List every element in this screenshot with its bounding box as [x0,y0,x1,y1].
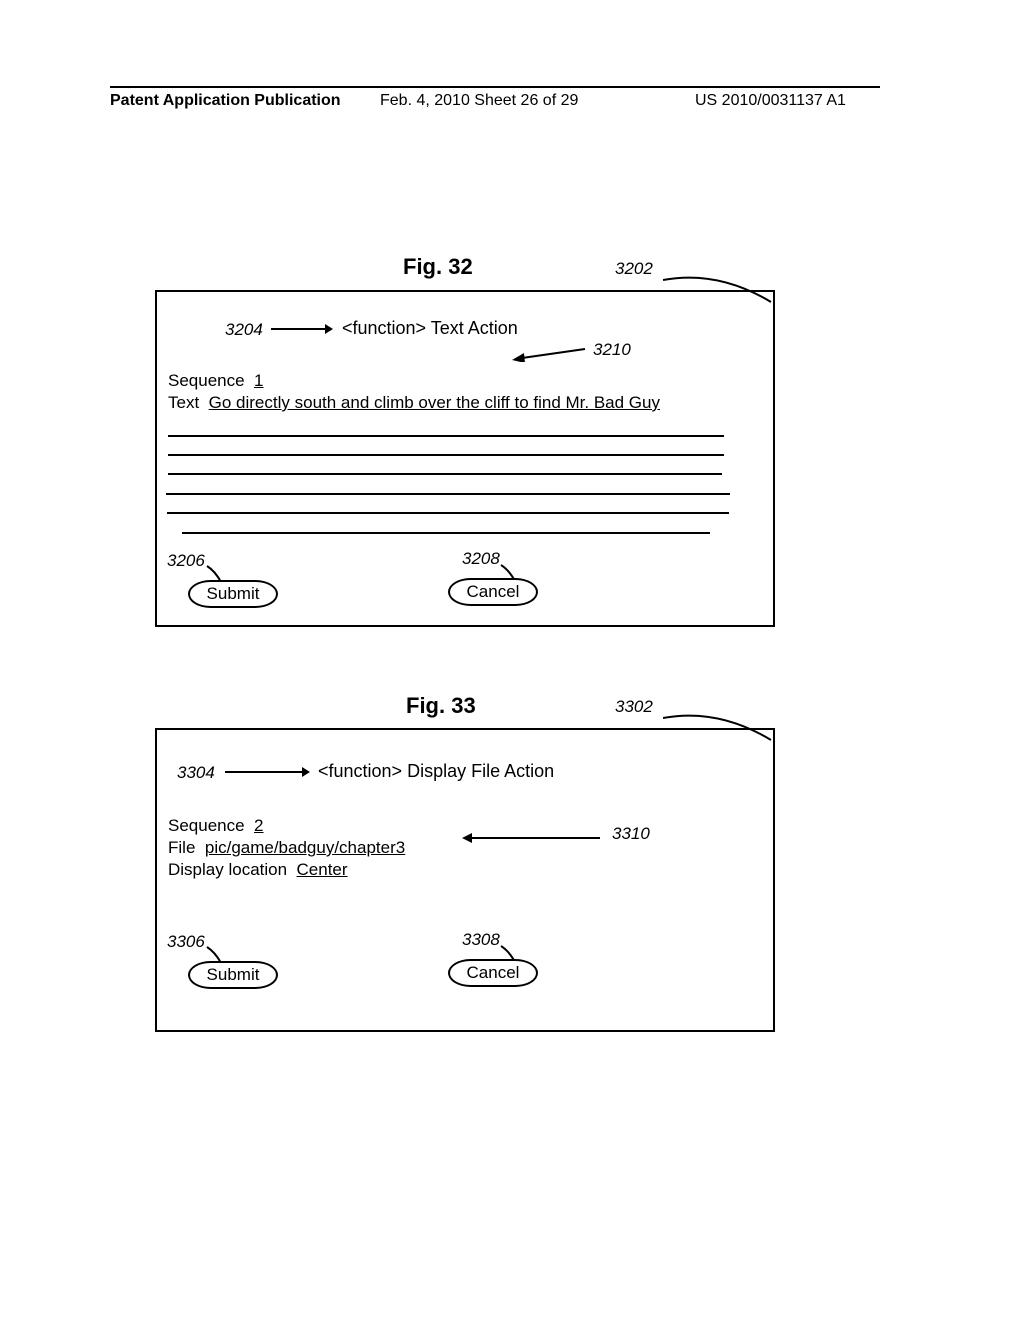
cancel-button[interactable]: Cancel [448,959,538,987]
text-input-line[interactable] [166,493,730,495]
callout-3204: 3204 [225,320,263,340]
callout-3308: 3308 [462,930,500,950]
display-location-field-row: Display location Center [168,860,348,880]
callout-3208: 3208 [462,549,500,569]
callout-3304: 3304 [177,763,215,783]
callout-3202: 3202 [615,259,653,279]
text-input-line[interactable] [168,473,722,475]
text-input-line[interactable] [182,532,710,534]
header-rule [110,86,880,88]
callout-3210-arrow [512,346,587,362]
callout-3306: 3306 [167,932,205,952]
callout-3302: 3302 [615,697,653,717]
callout-3304-arrow [225,766,310,778]
text-label: Text [168,393,199,412]
callout-3210: 3210 [593,340,631,360]
header-publication-type: Patent Application Publication [110,92,341,110]
figure-32-title: Fig. 32 [403,254,473,280]
display-location-label: Display location [168,860,287,879]
dialog-heading-text-action: <function> Text Action [342,318,518,339]
callout-3310: 3310 [612,824,650,844]
dialog-3202 [155,290,775,627]
cancel-button[interactable]: Cancel [448,578,538,606]
submit-button[interactable]: Submit [188,961,278,989]
callout-3206: 3206 [167,551,205,571]
file-label: File [168,838,195,857]
header-publication-number: US 2010/0031137 A1 [695,92,846,110]
figure-33-title: Fig. 33 [406,693,476,719]
text-input-line[interactable] [168,435,724,437]
sequence-label: Sequence [168,816,245,835]
callout-3310-arrow [462,832,602,844]
header-date-sheet: Feb. 4, 2010 Sheet 26 of 29 [380,92,578,110]
text-input[interactable]: Go directly south and climb over the cli… [209,393,660,412]
sequence-field-row: Sequence 2 [168,816,264,836]
text-field-row: Text Go directly south and climb over th… [168,393,660,413]
submit-button[interactable]: Submit [188,580,278,608]
file-field-row: File pic/game/badguy/chapter3 [168,838,405,858]
sequence-input[interactable]: 1 [254,371,263,390]
text-input-line[interactable] [168,454,724,456]
patent-page: Patent Application Publication Feb. 4, 2… [0,0,1024,1320]
display-location-input[interactable]: Center [297,860,348,879]
text-input-line[interactable] [167,512,729,514]
sequence-label: Sequence [168,371,245,390]
sequence-field-row: Sequence 1 [168,371,264,391]
callout-3204-arrow [271,323,333,335]
file-input[interactable]: pic/game/badguy/chapter3 [205,838,405,857]
dialog-heading-display-file-action: <function> Display File Action [318,761,554,782]
sequence-input[interactable]: 2 [254,816,263,835]
